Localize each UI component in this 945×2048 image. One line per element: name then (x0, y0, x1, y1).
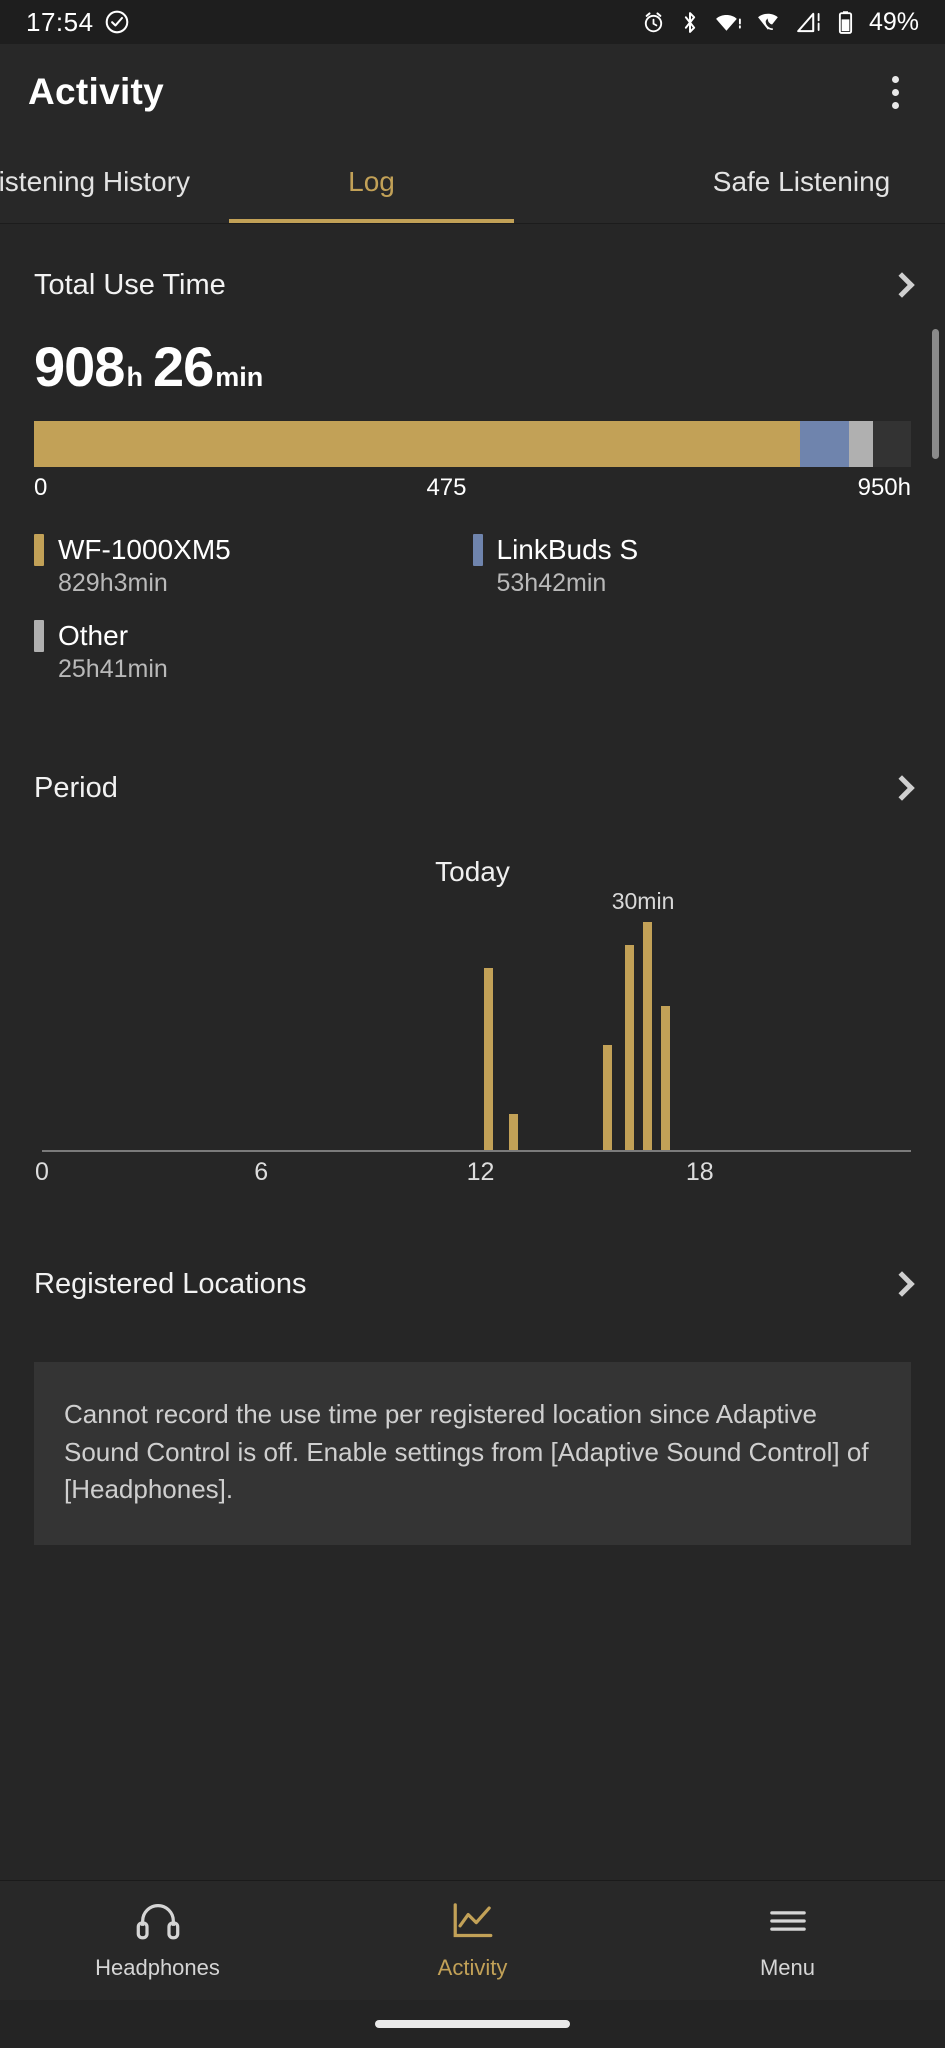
chart-x-tick: 12 (466, 1158, 495, 1186)
scale-min-label: 0 (34, 474, 48, 501)
check-circle-icon (104, 9, 130, 35)
chart-bar (624, 945, 634, 1152)
status-bar: 17:54 49% (0, 0, 945, 44)
chart-bar (509, 1113, 519, 1152)
call-signal-icon (756, 10, 783, 35)
chevron-right-icon (889, 1271, 915, 1297)
status-bar-right: 49% (641, 8, 919, 37)
headphones-icon (135, 1900, 181, 1947)
usage-stacked-bar (34, 421, 911, 467)
total-hours-value: 908 (34, 335, 125, 398)
vertical-scrollbar[interactable] (932, 329, 939, 459)
legend-item: Other 25h41min (34, 620, 473, 684)
activity-chart-icon (450, 1900, 496, 1947)
overflow-menu-icon[interactable] (873, 66, 917, 118)
total-minutes-unit: min (215, 362, 264, 392)
legend-item-header: WF-1000XM5 (34, 534, 473, 566)
gesture-home-bar[interactable] (375, 2020, 570, 2028)
notice-text: Cannot record the use time per registere… (64, 1399, 869, 1505)
status-bar-left: 17:54 (26, 7, 130, 38)
chart-title: Today (435, 856, 510, 887)
tab-bar: Listening History Log Safe Listening (0, 140, 945, 224)
usage-legend: WF-1000XM5 829h3min LinkBuds S 53h42min … (34, 534, 911, 706)
chart-x-tick-labels: 0 6 12 18 (34, 1158, 911, 1198)
nav-label-menu: Menu (759, 1955, 816, 1980)
tab-log[interactable]: Log (229, 140, 514, 224)
chart-peak-label: 30min (611, 888, 675, 914)
gesture-navigation-area (0, 2000, 945, 2048)
chart-x-tick: 0 (35, 1158, 49, 1186)
battery-icon (837, 10, 854, 35)
usage-segment-linkbuds-s (799, 421, 850, 467)
battery-percent-label: 49% (868, 7, 919, 36)
legend-swatch (34, 620, 44, 652)
chart-bar (643, 922, 653, 1152)
section-registered-locations[interactable]: Registered Locations (0, 1242, 945, 1326)
section-period[interactable]: Period (0, 746, 945, 830)
total-use-time-label: Total Use Time (34, 268, 226, 301)
legend-device-name: Other (58, 620, 129, 651)
page-title: Activity (28, 71, 165, 112)
chart-bar (603, 1044, 613, 1152)
nav-item-activity[interactable]: Activity (315, 1881, 630, 2000)
scale-mid-label: 475 (426, 474, 467, 501)
legend-device-value: 53h42min (496, 569, 607, 597)
chart-x-tick: 18 (685, 1158, 714, 1186)
chart-bar (661, 1006, 671, 1152)
usage-segment-remaining (872, 421, 911, 467)
today-usage-chart: Today 30min 0 6 12 18 (0, 856, 945, 1198)
app-bar: Activity (0, 44, 945, 140)
scale-max-label: 950h (857, 474, 911, 501)
legend-device-value: 25h41min (58, 655, 168, 683)
chart-x-tick: 6 (254, 1158, 269, 1186)
legend-item: WF-1000XM5 829h3min (34, 534, 473, 598)
alarm-icon (641, 10, 666, 35)
scroll-content[interactable]: Total Use Time 908 h 26 min 0 475 950h W… (0, 224, 945, 1880)
tab-listening-history[interactable]: Listening History (0, 140, 229, 224)
cellular-signal-icon (796, 10, 824, 35)
legend-device-name: LinkBuds S (496, 534, 639, 565)
tab-safe-listening[interactable]: Safe Listening (659, 140, 944, 224)
period-label: Period (34, 771, 118, 804)
chart-plot-area: 30min (34, 888, 911, 1152)
wifi-icon (714, 10, 743, 35)
chart-x-axis-line (42, 1150, 911, 1152)
usage-segment-wf1000xm5 (34, 421, 800, 467)
chart-bar (483, 968, 493, 1152)
tab-log-label: Log (348, 166, 395, 197)
total-use-time-value: 908 h 26 min (34, 334, 911, 399)
chevron-right-icon (889, 775, 915, 801)
legend-device-name: WF-1000XM5 (58, 534, 231, 565)
chevron-right-icon (889, 272, 915, 298)
usage-bar-scale: 0 475 950h (34, 474, 911, 502)
legend-item: LinkBuds S 53h42min (472, 534, 912, 598)
app-screen: 17:54 49% Activity Listening History Log… (0, 0, 945, 2048)
nav-label-headphones: Headphones (95, 1955, 220, 1980)
total-use-time-block: 908 h 26 min 0 475 950h WF-1000XM5 829h3… (0, 334, 945, 706)
legend-swatch (472, 534, 483, 566)
section-total-use-time[interactable]: Total Use Time (0, 224, 945, 320)
total-hours-unit: h (126, 362, 143, 392)
total-minutes-value: 26 (152, 335, 214, 398)
bluetooth-icon (679, 10, 701, 35)
registered-locations-notice: Cannot record the use time per registere… (34, 1362, 911, 1546)
legend-swatch (34, 534, 44, 566)
registered-locations-label: Registered Locations (34, 1267, 307, 1300)
legend-item-header: Other (34, 620, 473, 652)
hamburger-menu-icon (765, 1900, 811, 1947)
nav-item-menu[interactable]: Menu (630, 1881, 945, 2000)
nav-label-activity: Activity (437, 1955, 508, 1980)
nav-item-headphones[interactable]: Headphones (0, 1881, 315, 2000)
usage-segment-other (849, 421, 873, 467)
legend-device-value: 829h3min (58, 569, 168, 597)
status-bar-clock: 17:54 (26, 6, 94, 37)
legend-item-header: LinkBuds S (472, 534, 912, 566)
chart-bars: 30min (42, 888, 911, 1152)
bottom-navigation: Headphones Activity Menu (0, 1880, 945, 2000)
